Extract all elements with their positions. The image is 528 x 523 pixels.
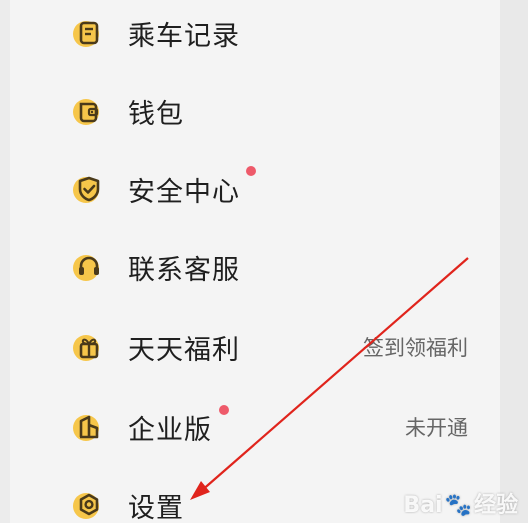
menu-item-ride-records[interactable]: 乘车记录 — [10, 3, 500, 63]
menu-item-label: 乘车记录 — [128, 20, 240, 52]
watermark-suffix: 经验 — [473, 493, 518, 518]
wallet-icon — [72, 94, 106, 128]
menu-page: 乘车记录 钱包 安全中心 联系客服 天天福利 签到领福利 企业版 未开通 设置 … — [0, 0, 528, 523]
notification-dot — [219, 405, 229, 415]
watermark: Bai🐾经验 — [403, 487, 518, 519]
gift-icon — [72, 330, 106, 364]
receipt-icon — [72, 16, 106, 50]
gear-icon — [72, 488, 106, 522]
menu-item-label: 联系客服 — [128, 254, 240, 286]
paw-icon: 🐾 — [444, 493, 472, 518]
building-icon — [72, 410, 106, 444]
shield-check-icon — [72, 172, 106, 206]
left-edge — [0, 0, 10, 523]
headset-icon — [72, 250, 106, 284]
menu-item-enterprise[interactable]: 企业版 未开通 — [10, 397, 500, 457]
enterprise-status: 未开通 — [405, 416, 468, 440]
menu-item-label: 钱包 — [128, 98, 184, 130]
menu-item-daily-benefits[interactable]: 天天福利 签到领福利 — [10, 317, 500, 377]
menu-item-label: 企业版 — [128, 414, 212, 446]
right-edge — [500, 0, 528, 523]
daily-benefits-hint: 签到领福利 — [363, 336, 468, 360]
menu-item-security-center[interactable]: 安全中心 — [10, 159, 500, 219]
menu-item-label: 天天福利 — [128, 334, 240, 366]
watermark-brand: Bai — [403, 493, 443, 518]
menu-item-label: 设置 — [128, 492, 184, 523]
menu-item-wallet[interactable]: 钱包 — [10, 81, 500, 141]
menu-item-label: 安全中心 — [128, 176, 240, 208]
notification-dot — [246, 166, 256, 176]
menu-item-customer-service[interactable]: 联系客服 — [10, 237, 500, 297]
